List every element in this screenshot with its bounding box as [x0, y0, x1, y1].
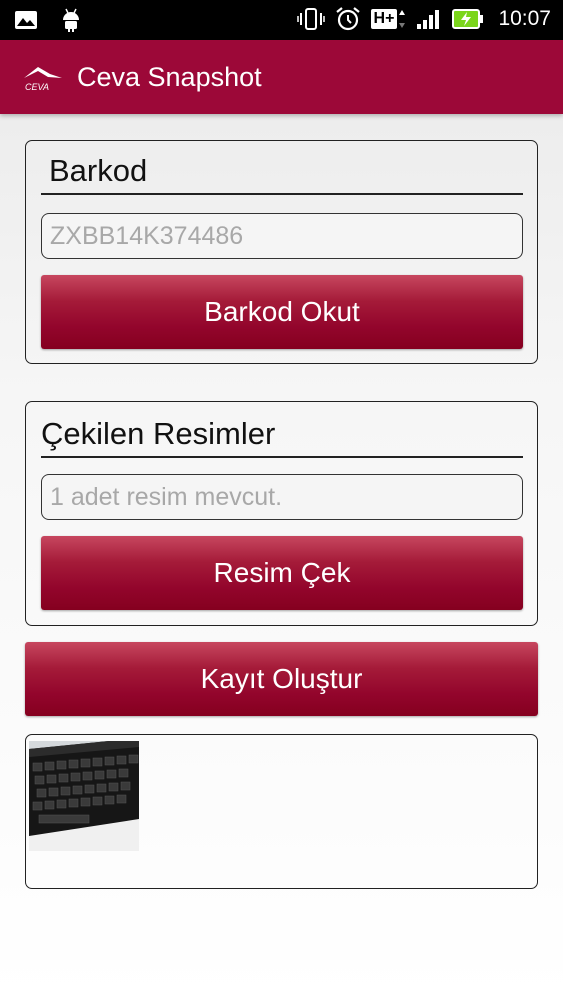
scan-barcode-button[interactable]: Barkod Okut — [41, 275, 523, 349]
alarm-icon — [335, 6, 361, 32]
create-record-button[interactable]: Kayıt Oluştur — [25, 642, 538, 716]
photo-thumbnail[interactable] — [29, 741, 139, 851]
battery-charging-icon — [452, 6, 484, 32]
images-heading: Çekilen Resimler — [41, 416, 276, 451]
ceva-logo-icon: CEVA — [22, 64, 66, 97]
app-title: Ceva Snapshot — [77, 62, 262, 92]
status-bar: H+ 10:07 — [0, 0, 563, 40]
photo-gallery — [25, 734, 538, 889]
signal-icon — [416, 6, 442, 32]
barcode-panel: Barkod ZXBB14K374486 Barkod Okut — [25, 140, 538, 364]
svg-text:CEVA: CEVA — [25, 82, 49, 92]
barcode-input[interactable]: ZXBB14K374486 — [41, 213, 523, 259]
barcode-heading-divider — [41, 193, 523, 195]
android-icon — [60, 7, 82, 33]
vibrate-icon — [296, 6, 325, 32]
keyboard-photo-thumbnail — [29, 741, 139, 851]
clock: 10:07 — [498, 7, 551, 30]
take-photo-button[interactable]: Resim Çek — [41, 536, 523, 610]
images-panel: Çekilen Resimler 1 adet resim mevcut. Re… — [25, 401, 538, 626]
image-icon — [14, 7, 38, 33]
images-heading-divider — [41, 456, 523, 458]
hplus-network-icon: H+ — [370, 6, 407, 32]
barcode-heading: Barkod — [49, 153, 148, 188]
image-count-field[interactable]: 1 adet resim mevcut. — [41, 474, 523, 520]
app-bar: CEVA Ceva Snapshot — [0, 40, 563, 114]
